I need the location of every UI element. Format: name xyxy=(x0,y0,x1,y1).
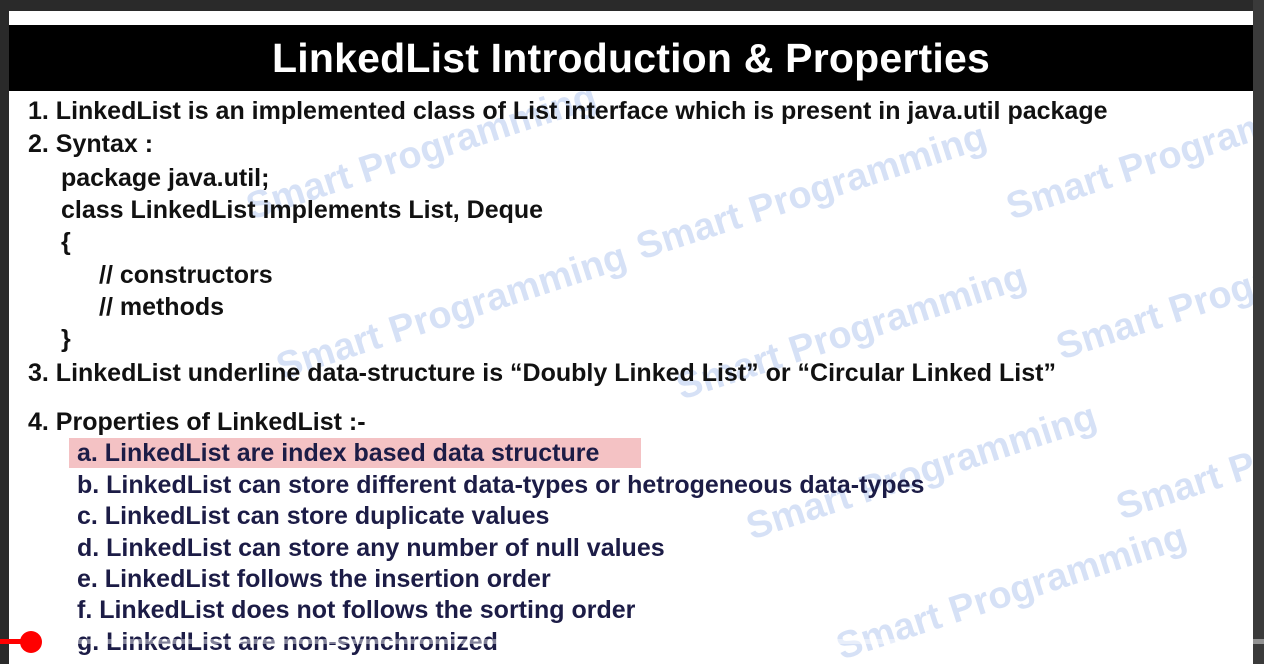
property-item: f. LinkedList does not follows the sorti… xyxy=(77,596,636,624)
slide: Smart Programming Smart Programming Smar… xyxy=(9,11,1253,664)
video-progress-bar[interactable] xyxy=(0,639,1264,644)
syntax-line: class LinkedList implements List, Deque xyxy=(61,196,544,224)
syntax-line: // methods xyxy=(99,293,225,321)
syntax-line: { xyxy=(61,228,71,256)
syntax-line: package java.util; xyxy=(61,164,270,192)
watermark: Smart Programming xyxy=(1111,375,1253,529)
point-1: 1. LinkedList is an implemented class of… xyxy=(28,97,1108,125)
property-item: b. LinkedList can store different data-t… xyxy=(77,471,925,499)
watermark: Smart Programming xyxy=(631,115,992,269)
frame-edge xyxy=(1253,0,1264,664)
property-item: c. LinkedList can store duplicate values xyxy=(77,502,550,530)
point-2: 2. Syntax : xyxy=(28,130,154,158)
property-item: e. LinkedList follows the insertion orde… xyxy=(77,565,551,593)
syntax-line: // constructors xyxy=(99,261,273,289)
property-item: a. LinkedList are index based data struc… xyxy=(77,439,600,467)
scrubber-handle[interactable] xyxy=(20,631,42,653)
point-3: 3. LinkedList underline data-structure i… xyxy=(28,359,1056,387)
property-item: d. LinkedList can store any number of nu… xyxy=(77,534,665,562)
slide-title: LinkedList Introduction & Properties xyxy=(9,25,1253,91)
syntax-line: } xyxy=(61,325,71,353)
watermark: Smart Programming xyxy=(1051,215,1253,369)
point-4: 4. Properties of LinkedList :- xyxy=(28,408,366,436)
